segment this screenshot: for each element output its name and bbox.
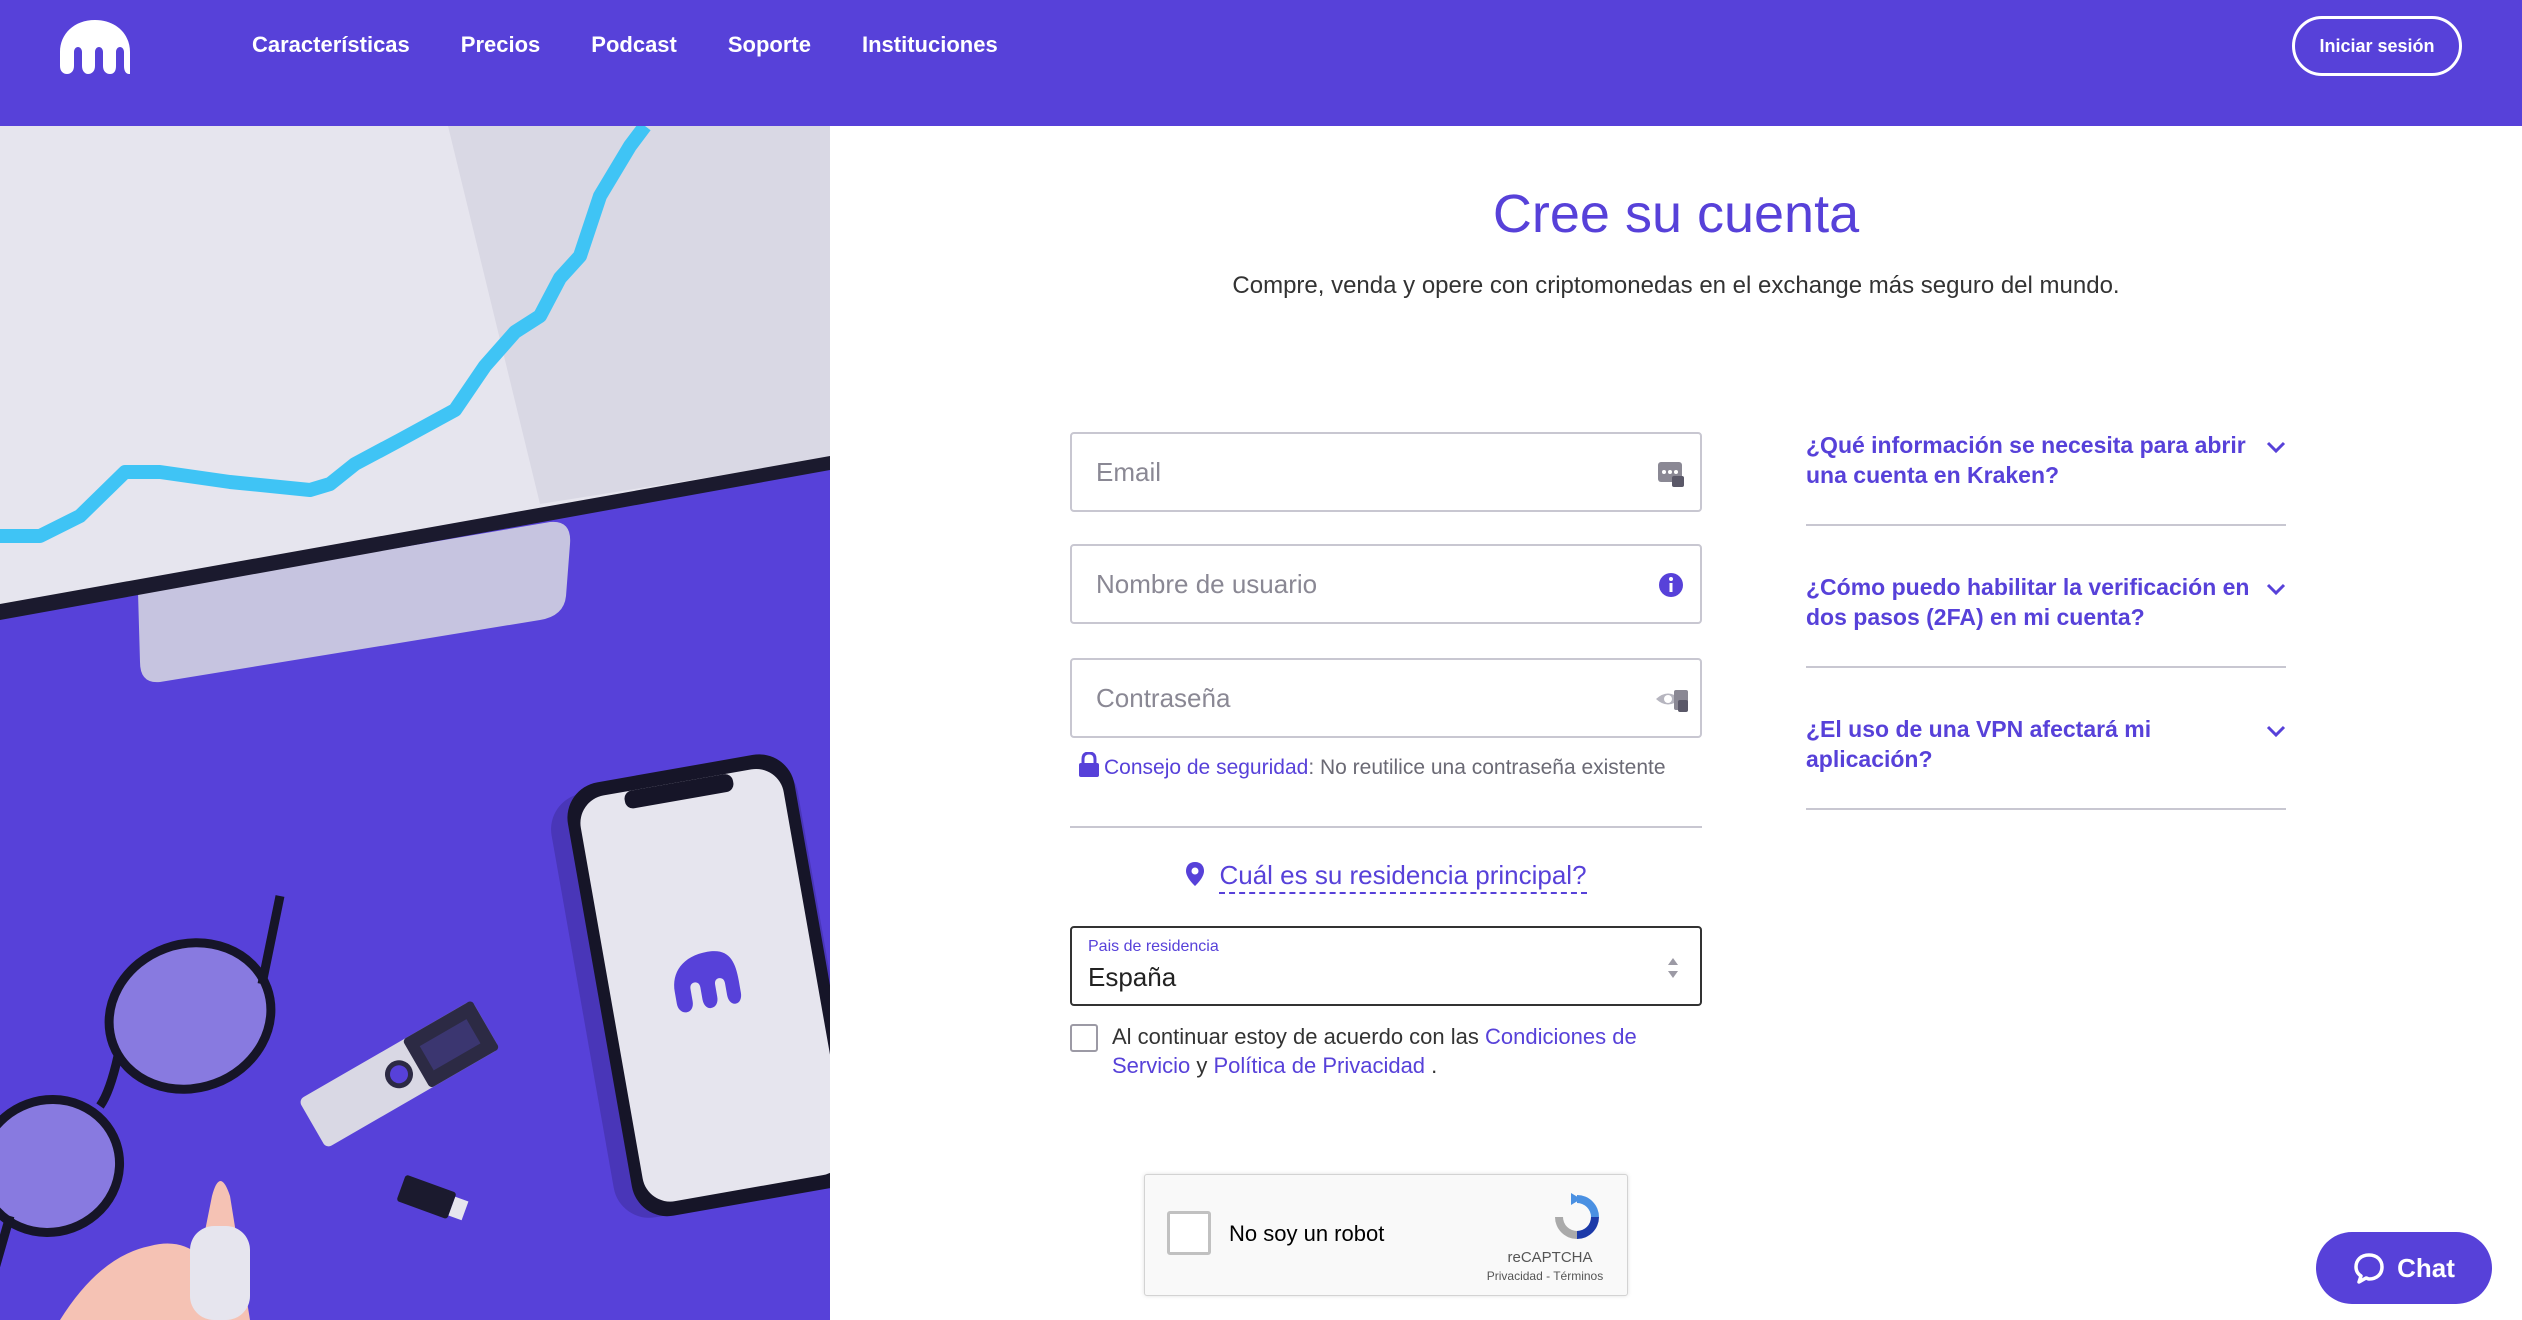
lock-icon	[1079, 752, 1099, 777]
form-divider	[1070, 826, 1702, 828]
chat-button[interactable]: Chat	[2316, 1232, 2492, 1304]
chevron-down-icon[interactable]	[2266, 440, 2286, 454]
main-nav: Características Precios Podcast Soporte …	[252, 28, 998, 62]
faq-divider	[1806, 524, 2286, 526]
faq-question[interactable]: ¿El uso de una VPN afectará mi aplicació…	[1806, 714, 2256, 774]
select-arrows-icon	[1668, 958, 1678, 978]
privacy-policy-link[interactable]: Política de Privacidad	[1213, 1053, 1425, 1078]
security-tip: Consejo de seguridad: No reutilice una c…	[1078, 752, 1698, 782]
chat-bubble-icon	[2354, 1253, 2384, 1284]
recaptcha-links[interactable]: Privacidad - Términos	[1465, 1269, 1625, 1283]
security-tip-link[interactable]: Consejo de seguridad	[1104, 756, 1308, 779]
chat-label: Chat	[2397, 1252, 2455, 1283]
faq-divider	[1806, 808, 2286, 810]
nav-podcast[interactable]: Podcast	[591, 28, 677, 62]
show-password-icon[interactable]	[1654, 684, 1690, 714]
page-title: Cree su cuenta	[1492, 184, 1860, 244]
chevron-down-icon[interactable]	[2266, 582, 2286, 596]
email-input[interactable]	[1072, 434, 1612, 510]
chevron-down-icon[interactable]	[2266, 724, 2286, 738]
nav-instituciones[interactable]: Instituciones	[862, 28, 998, 62]
login-button[interactable]: Iniciar sesión	[2292, 16, 2462, 76]
recaptcha-widget: No soy un robot reCAPTCHA Privacidad - T…	[1144, 1174, 1628, 1296]
password-input[interactable]	[1072, 660, 1612, 736]
email-field-wrapper	[1070, 432, 1702, 512]
country-select-label: Pais de residencia	[1088, 938, 1219, 955]
hero-illustration	[0, 126, 830, 1320]
country-select-value: España	[1088, 962, 1177, 992]
recaptcha-label: No soy un robot	[1229, 1221, 1385, 1246]
info-icon[interactable]	[1656, 570, 1686, 600]
terms-text-prefix: Al continuar estoy de acuerdo con las	[1112, 1024, 1486, 1049]
recaptcha-brand: reCAPTCHA	[1507, 1249, 1593, 1266]
recaptcha-logo-icon	[1555, 1193, 1599, 1239]
page-subtitle: Compre, venda y opere con criptomonedas …	[1232, 272, 2120, 299]
username-input[interactable]	[1072, 546, 1612, 622]
nav-precios[interactable]: Precios	[461, 28, 541, 62]
recaptcha-checkbox[interactable]	[1167, 1211, 1211, 1255]
password-manager-icon[interactable]	[1656, 458, 1686, 488]
username-field-wrapper	[1070, 544, 1702, 624]
top-navigation-bar: Características Precios Podcast Soporte …	[0, 0, 2522, 126]
residence-question[interactable]: Cuál es su residencia principal?	[830, 860, 1942, 894]
nav-caracteristicas[interactable]: Características	[252, 28, 410, 62]
terms-text: Al continuar estoy de acuerdo con las Co…	[1112, 1022, 1712, 1080]
residence-question-text: Cuál es su residencia principal?	[1219, 860, 1587, 894]
location-pin-icon	[1186, 862, 1205, 886]
crypto-desk-illustration	[0, 126, 830, 1320]
password-field-wrapper	[1070, 658, 1702, 738]
terms-text-end: .	[1425, 1053, 1438, 1078]
security-tip-text: : No reutilice una contraseña existente	[1308, 756, 1666, 779]
terms-text-and: y	[1190, 1053, 1214, 1078]
nav-soporte[interactable]: Soporte	[728, 28, 811, 62]
country-select[interactable]: Pais de residencia España	[1070, 926, 1702, 1006]
terms-checkbox[interactable]	[1070, 1024, 1098, 1052]
faq-divider	[1806, 666, 2286, 668]
signup-panel: Cree su cuenta Compre, venda y opere con…	[830, 126, 2522, 1320]
phone-illustration	[567, 754, 830, 1217]
kraken-logo[interactable]	[58, 18, 132, 74]
faq-question[interactable]: ¿Qué información se necesita para abrir …	[1806, 430, 2256, 490]
faq-question[interactable]: ¿Cómo puedo habilitar la verificación en…	[1806, 572, 2256, 632]
